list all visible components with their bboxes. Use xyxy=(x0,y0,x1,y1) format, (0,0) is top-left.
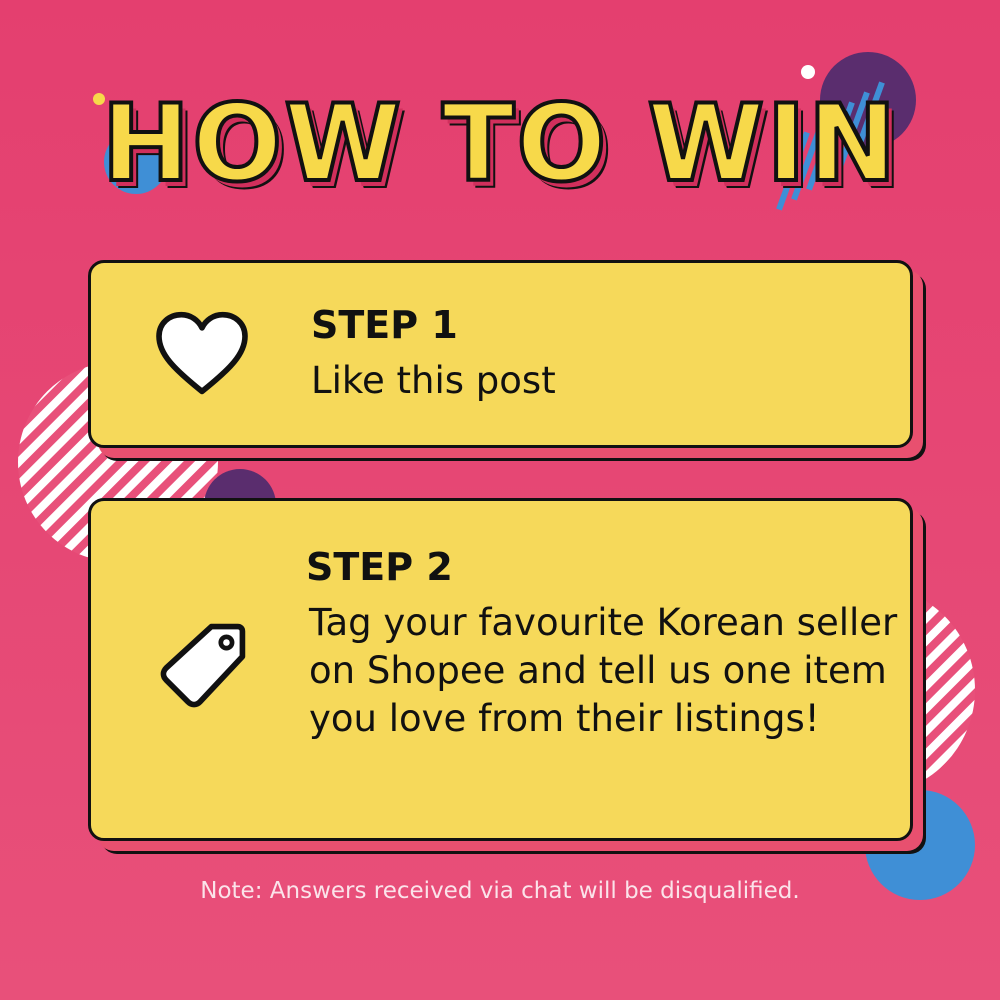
step-2-card: STEP 2 Tag your favourite Korean seller … xyxy=(88,498,913,841)
step-1-title: STEP 1 xyxy=(311,303,458,347)
heart-icon xyxy=(156,311,248,395)
step-1-card: STEP 1 Like this post xyxy=(88,260,913,448)
disclaimer-note: Note: Answers received via chat will be … xyxy=(200,878,800,904)
step-1-text: Like this post xyxy=(311,359,556,402)
step-2-text: Tag your favourite Korean seller on Shop… xyxy=(309,601,898,740)
promo-poster: HOW TO WIN STEP 1 Like this post STEP 2 … xyxy=(0,0,1000,1000)
step-2-title: STEP 2 xyxy=(306,545,453,589)
white-dot-decoration xyxy=(801,65,815,79)
page-title: HOW TO WIN xyxy=(99,80,899,207)
tag-icon xyxy=(160,623,246,708)
